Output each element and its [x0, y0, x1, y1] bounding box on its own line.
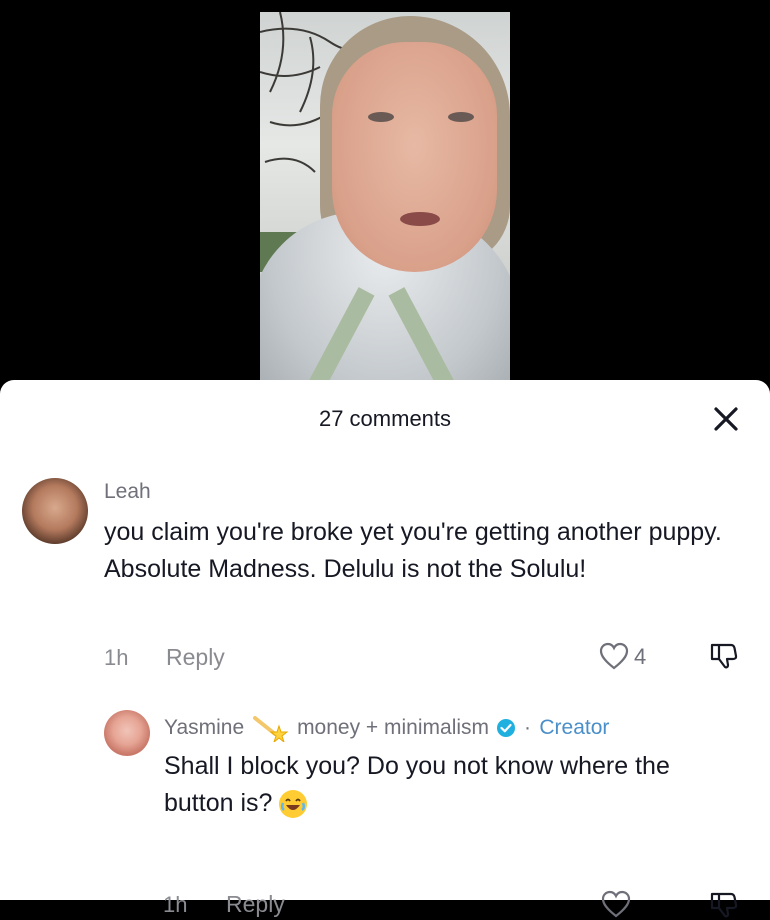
laughing-emoji-icon	[279, 790, 308, 819]
heart-icon[interactable]	[601, 890, 631, 918]
comment-text-content: Shall I block you? Do you not know where…	[164, 752, 670, 817]
like-count: 4	[634, 644, 647, 669]
comment-time: 1h	[104, 645, 129, 670]
shooting-star-icon	[252, 716, 289, 744]
creator-badge: Creator	[539, 716, 610, 739]
comment-text: Shall I block you? Do you not know where…	[164, 748, 744, 822]
mouth	[400, 212, 440, 226]
comments-sheet: 27 comments Leah you claim you're broke …	[0, 380, 770, 918]
reply-author-row: Yasmine money + minimalism · Creator	[164, 714, 610, 744]
separator-dot: ·	[523, 716, 531, 739]
face	[332, 42, 497, 272]
comment-time: 1h	[163, 892, 188, 917]
comment-username[interactable]: Yasmine	[164, 716, 244, 740]
comment-text: you claim you're broke yet you're gettin…	[104, 518, 722, 583]
reply-button[interactable]: Reply	[166, 644, 225, 671]
right-eye	[448, 112, 474, 122]
author-bio: money + minimalism	[297, 716, 490, 739]
avatar[interactable]	[104, 710, 150, 756]
dislike-icon[interactable]	[709, 890, 739, 920]
dislike-icon[interactable]	[709, 641, 739, 671]
close-icon[interactable]	[711, 404, 741, 434]
video-player[interactable]	[260, 12, 510, 392]
comment-username[interactable]: Leah	[104, 480, 151, 504]
avatar[interactable]	[22, 478, 88, 544]
verified-badge-icon	[497, 719, 516, 737]
heart-icon[interactable]	[599, 642, 629, 670]
reply-button[interactable]: Reply	[226, 891, 285, 918]
comments-count-title: 27 comments	[318, 406, 452, 431]
left-eye	[368, 112, 394, 122]
